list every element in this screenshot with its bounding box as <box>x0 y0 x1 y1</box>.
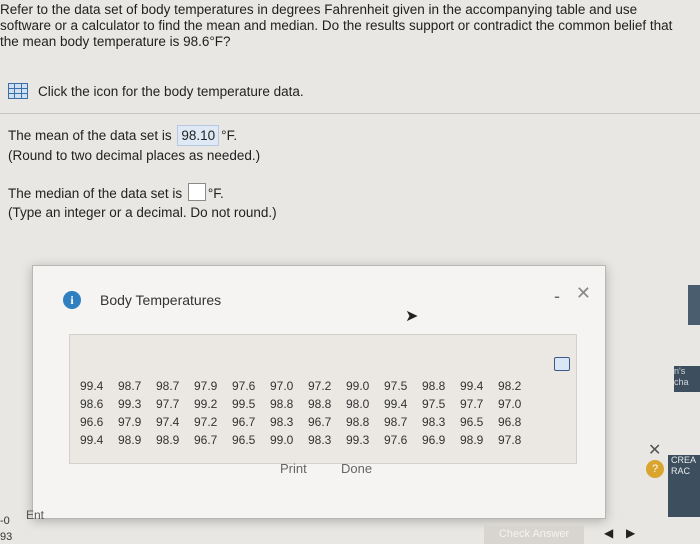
mean-prefix: The mean of the data set is <box>8 128 172 143</box>
table-cell: 96.5 <box>460 415 484 429</box>
table-cell: 99.4 <box>80 433 104 447</box>
median-answer-block: The median of the data set is °F. (Type … <box>8 183 277 222</box>
section-divider <box>0 113 700 114</box>
mean-hint: (Round to two decimal places as needed.) <box>8 148 261 163</box>
done-button[interactable]: Done <box>341 461 372 476</box>
table-cell: 97.5 <box>422 397 446 411</box>
table-cell: 97.6 <box>232 379 256 393</box>
copy-data-icon[interactable] <box>554 357 570 371</box>
table-cell: 97.2 <box>308 379 332 393</box>
next-arrow-icon[interactable]: ▶ <box>626 526 635 540</box>
table-cell: 98.9 <box>118 433 142 447</box>
table-cell: 98.3 <box>270 415 294 429</box>
table-cell: 98.8 <box>308 397 332 411</box>
table-cell: 99.0 <box>346 379 370 393</box>
table-cell: 97.9 <box>194 379 218 393</box>
table-cell: 97.0 <box>498 397 522 411</box>
dialog-title: Body Temperatures <box>100 292 222 308</box>
table-cell: 99.4 <box>460 379 484 393</box>
table-cell: 98.8 <box>270 397 294 411</box>
homework-page: Refer to the data set of body temperatur… <box>0 0 700 544</box>
table-cell: 98.6 <box>80 397 104 411</box>
table-cell: 96.7 <box>232 415 256 429</box>
table-cell: 98.7 <box>384 415 408 429</box>
data-link[interactable]: Click the icon for the body temperature … <box>8 83 304 99</box>
table-cell: 98.8 <box>346 415 370 429</box>
info-icon: i <box>63 291 81 309</box>
table-cell: 97.0 <box>270 379 294 393</box>
median-prefix: The median of the data set is <box>8 186 183 201</box>
table-cell: 96.9 <box>422 433 446 447</box>
dialog-header: i Body Temperatures - ✕ <box>33 266 605 326</box>
median-unit: °F. <box>207 186 224 201</box>
table-cell: 99.3 <box>346 433 370 447</box>
table-cell: 96.6 <box>80 415 104 429</box>
table-cell: 99.0 <box>270 433 294 447</box>
table-cell: 98.7 <box>156 379 180 393</box>
mean-answer-box[interactable]: 98.10 <box>177 125 220 146</box>
table-cell: 96.8 <box>498 415 522 429</box>
table-cell: 97.2 <box>194 415 218 429</box>
side-panel-strip <box>688 285 700 325</box>
table-cell: 99.3 <box>118 397 142 411</box>
side-label-bottom: CREA RAC <box>668 455 700 517</box>
table-cell: 98.9 <box>156 433 180 447</box>
table-row: 96.6 97.9 97.4 97.2 96.7 98.3 96.7 98.8 98.7 98.3… <box>80 415 536 433</box>
mean-unit: °F. <box>221 128 238 143</box>
minimize-button[interactable]: - <box>554 286 560 307</box>
enter-label: Ent <box>26 508 45 522</box>
table-cell: 98.3 <box>308 433 332 447</box>
corner-text-bottom: 93 <box>0 531 13 543</box>
table-cell: 99.4 <box>80 379 104 393</box>
table-cell: 98.7 <box>118 379 142 393</box>
table-cell: 98.9 <box>460 433 484 447</box>
check-answer-button[interactable]: Check Answer <box>484 525 584 544</box>
side-label-top: n's cha <box>674 366 700 392</box>
question-text: Refer to the data set of body temperatur… <box>0 2 673 49</box>
previous-arrow-icon[interactable]: ◀ <box>604 526 613 540</box>
data-table-panel: 99.4 98.7 98.7 97.9 97.6 97.0 97.2 99.0 97.5 98.8… <box>69 334 577 464</box>
median-answer-input[interactable] <box>187 183 206 201</box>
table-cell: 98.3 <box>422 415 446 429</box>
table-cell: 97.9 <box>118 415 142 429</box>
table-cell: 97.7 <box>460 397 484 411</box>
table-row: 99.4 98.7 98.7 97.9 97.6 97.0 97.2 99.0 97.5 98.8… <box>80 379 536 397</box>
table-cell: 97.4 <box>156 415 180 429</box>
table-row: 98.6 99.3 97.7 99.2 99.5 98.8 98.8 98.0 99.4 97.5… <box>80 397 536 415</box>
grid-icon[interactable] <box>8 83 28 99</box>
close-button[interactable]: ✕ <box>576 283 591 304</box>
table-cell: 98.0 <box>346 397 370 411</box>
data-link-label[interactable]: Click the icon for the body temperature … <box>38 84 304 99</box>
print-button[interactable]: Print <box>280 461 307 476</box>
table-row: 99.4 98.9 98.9 96.7 96.5 99.0 98.3 99.3 97.6 96.9… <box>80 433 536 451</box>
incorrect-x-icon: ✕ <box>648 442 662 459</box>
corner-text-top: -0 <box>0 515 10 527</box>
temperature-table: 99.4 98.7 98.7 97.9 97.6 97.0 97.2 99.0 97.5 98.8… <box>80 379 536 451</box>
table-cell: 97.8 <box>498 433 522 447</box>
table-cell: 99.5 <box>232 397 256 411</box>
table-cell: 97.7 <box>156 397 180 411</box>
table-cell: 97.5 <box>384 379 408 393</box>
table-cell: 97.6 <box>384 433 408 447</box>
table-cell: 96.5 <box>232 433 256 447</box>
table-cell: 98.8 <box>422 379 446 393</box>
table-cell: 99.4 <box>384 397 408 411</box>
help-icon[interactable]: ? <box>646 460 664 478</box>
mouse-cursor-icon: ➤ <box>405 308 419 325</box>
median-hint: (Type an integer or a decimal. Do not ro… <box>8 205 277 220</box>
table-cell: 99.2 <box>194 397 218 411</box>
table-cell: 96.7 <box>194 433 218 447</box>
table-cell: 96.7 <box>308 415 332 429</box>
body-temperatures-dialog: i Body Temperatures - ✕ ➤ 99.4 98.7 98.7 97… <box>32 265 606 519</box>
table-cell: 98.2 <box>498 379 522 393</box>
mean-answer-block: The mean of the data set is 98.10 °F. (Ro… <box>8 125 260 165</box>
